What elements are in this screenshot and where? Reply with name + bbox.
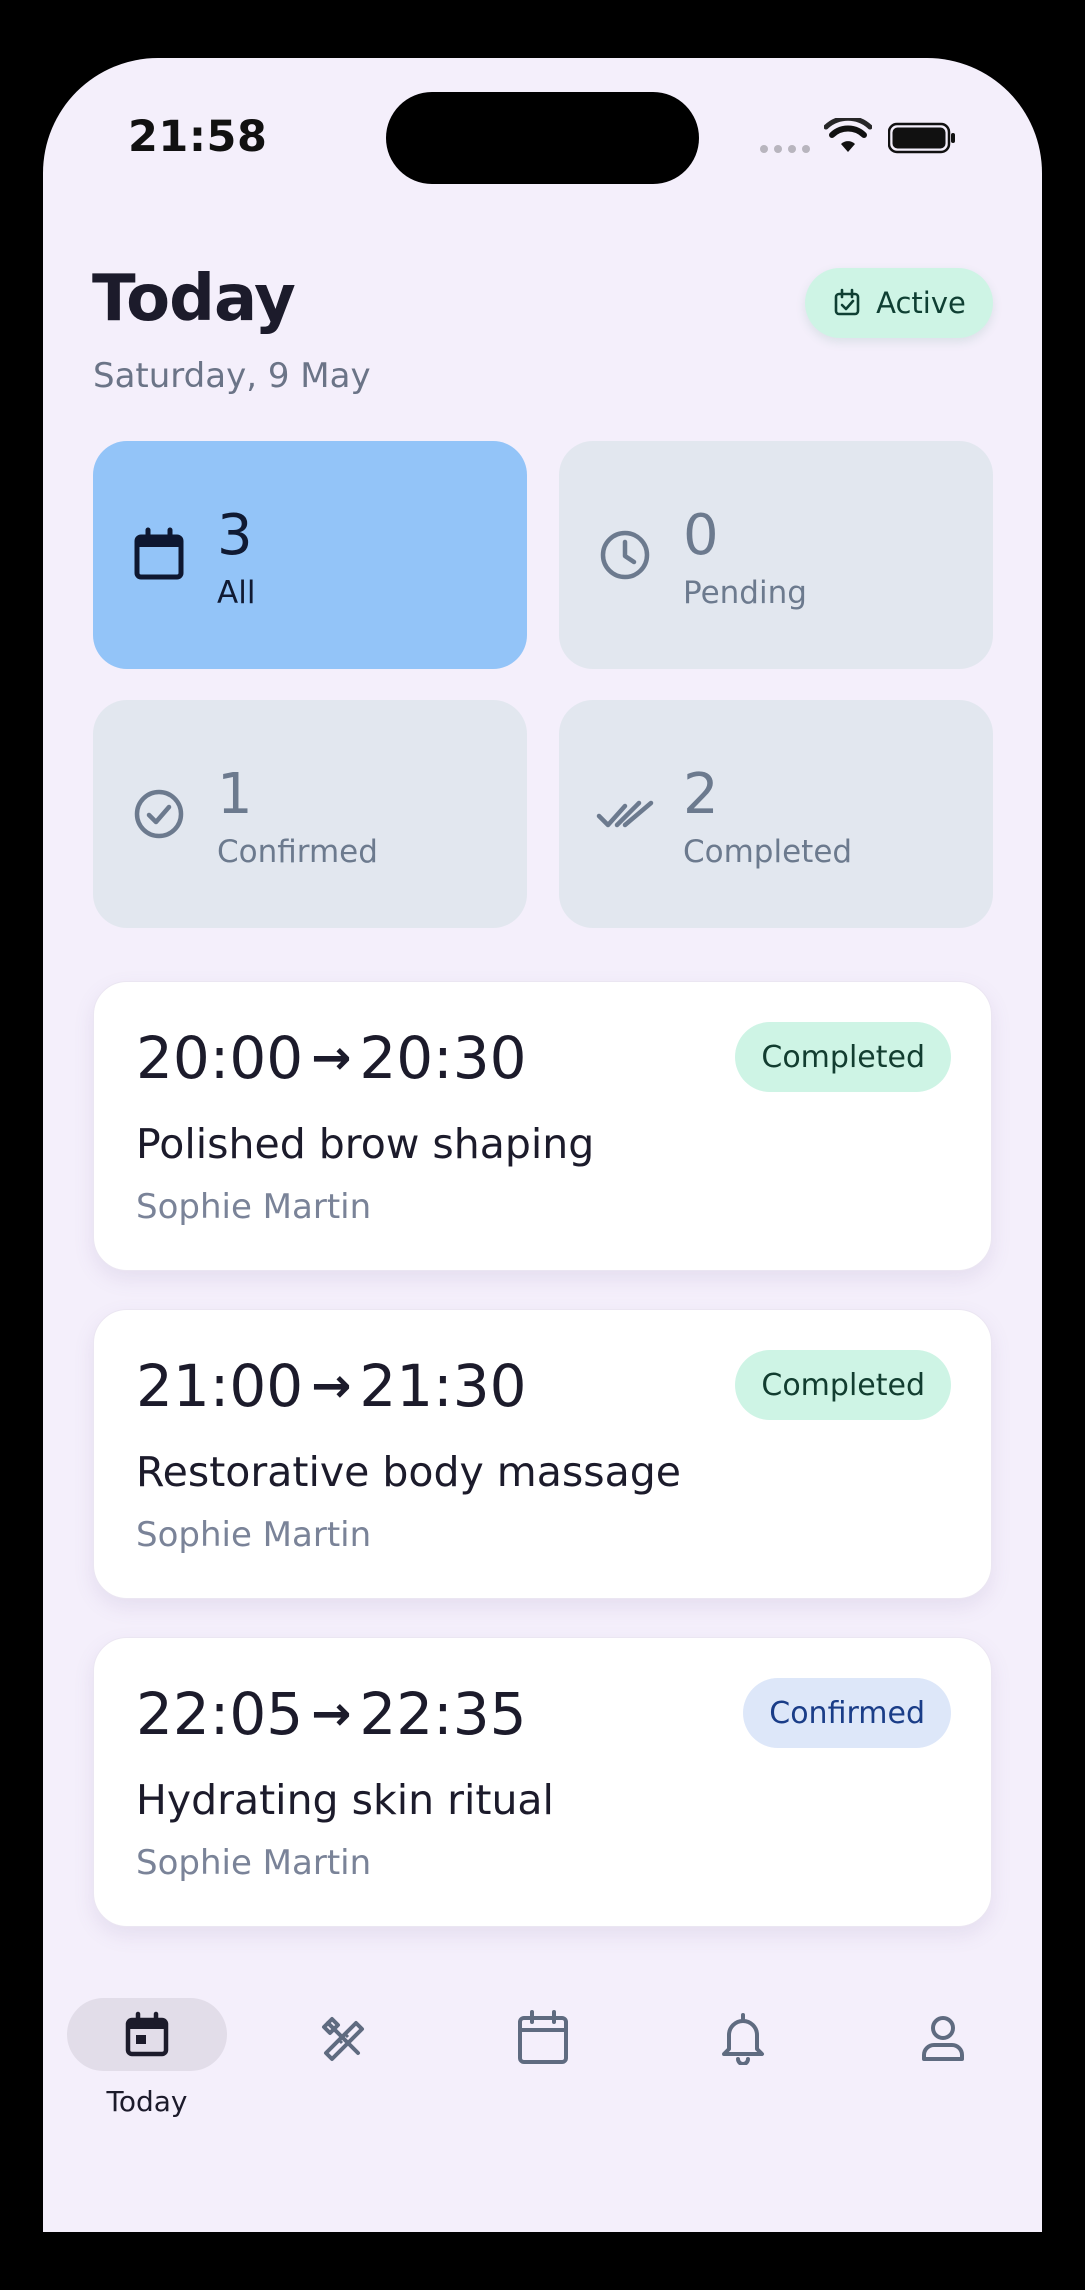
nav-profile[interactable] [873, 1968, 1013, 2118]
appointment-card[interactable]: 21:00 → 21:30 Completed Restorative body… [93, 1309, 992, 1599]
nav-today-label: Today [106, 2085, 188, 2118]
arrow-right-icon: → [311, 1358, 352, 1414]
status-badge: Completed [735, 1022, 951, 1092]
bottom-nav: Today [43, 1968, 1042, 2232]
nav-services[interactable] [273, 1968, 413, 2118]
check-circle-icon [134, 789, 184, 839]
calendar-icon [134, 527, 184, 580]
arrow-right-icon: → [311, 1030, 352, 1086]
page-date: Saturday, 9 May [93, 356, 371, 396]
stat-completed-label: Completed [683, 834, 853, 870]
appointment-service: Polished brow shaping [136, 1120, 595, 1168]
appointment-service: Restorative body massage [136, 1448, 681, 1496]
appointment-start: 22:05 [136, 1680, 304, 1748]
stat-pending-count: 0 [683, 503, 719, 568]
appointment-end: 20:30 [359, 1024, 527, 1092]
calendar-today-icon [125, 2011, 169, 2056]
stat-pending[interactable]: 0 Pending [559, 441, 993, 669]
stat-confirmed-count: 1 [217, 762, 253, 827]
active-status-pill[interactable]: Active [805, 268, 993, 338]
stat-confirmed-label: Confirmed [217, 834, 378, 870]
stat-all-label: All [217, 575, 256, 611]
nav-today[interactable]: Today [67, 1968, 227, 2118]
battery-icon [888, 122, 955, 154]
calendar-check-icon [834, 288, 860, 316]
bell-icon [722, 2013, 764, 2065]
appointment-card[interactable]: 20:00 → 20:30 Completed Polished brow sh… [93, 981, 992, 1271]
appointment-end: 22:35 [359, 1680, 527, 1748]
status-time: 21:58 [128, 112, 268, 162]
appointment-client: Sophie Martin [136, 1843, 372, 1883]
double-check-icon [596, 800, 654, 828]
appointment-time: 21:00 → 21:30 [136, 1352, 527, 1420]
user-icon [922, 2016, 964, 2061]
arrow-right-icon: → [311, 1686, 352, 1742]
clock-icon [600, 530, 650, 580]
stat-pending-label: Pending [683, 575, 807, 611]
appointment-client: Sophie Martin [136, 1515, 372, 1555]
nav-notifications[interactable] [673, 1968, 813, 2118]
calendar-icon [518, 2010, 568, 2064]
nav-active-indicator [67, 1998, 227, 2071]
appointment-start: 21:00 [136, 1352, 304, 1420]
stat-completed-count: 2 [683, 762, 719, 827]
page-title: Today [92, 262, 296, 336]
appointment-time: 20:00 → 20:30 [136, 1024, 527, 1092]
appointment-end: 21:30 [359, 1352, 527, 1420]
appointment-client: Sophie Martin [136, 1187, 372, 1227]
active-status-label: Active [876, 286, 966, 320]
appointment-card[interactable]: 22:05 → 22:35 Confirmed Hydrating skin r… [93, 1637, 992, 1927]
nav-calendar[interactable] [473, 1968, 613, 2118]
stat-confirmed[interactable]: 1 Confirmed [93, 700, 527, 928]
status-badge: Completed [735, 1350, 951, 1420]
stat-all[interactable]: 3 All [93, 441, 527, 669]
stat-all-count: 3 [217, 503, 253, 568]
stat-completed[interactable]: 2 Completed [559, 700, 993, 928]
wifi-icon [824, 118, 872, 152]
status-badge: Confirmed [743, 1678, 951, 1748]
appointment-time: 22:05 → 22:35 [136, 1680, 527, 1748]
appointment-service: Hydrating skin ritual [136, 1776, 554, 1824]
tools-icon [322, 2017, 364, 2061]
appointment-start: 20:00 [136, 1024, 304, 1092]
signal-dots-icon [760, 145, 810, 153]
dynamic-island [386, 92, 699, 184]
